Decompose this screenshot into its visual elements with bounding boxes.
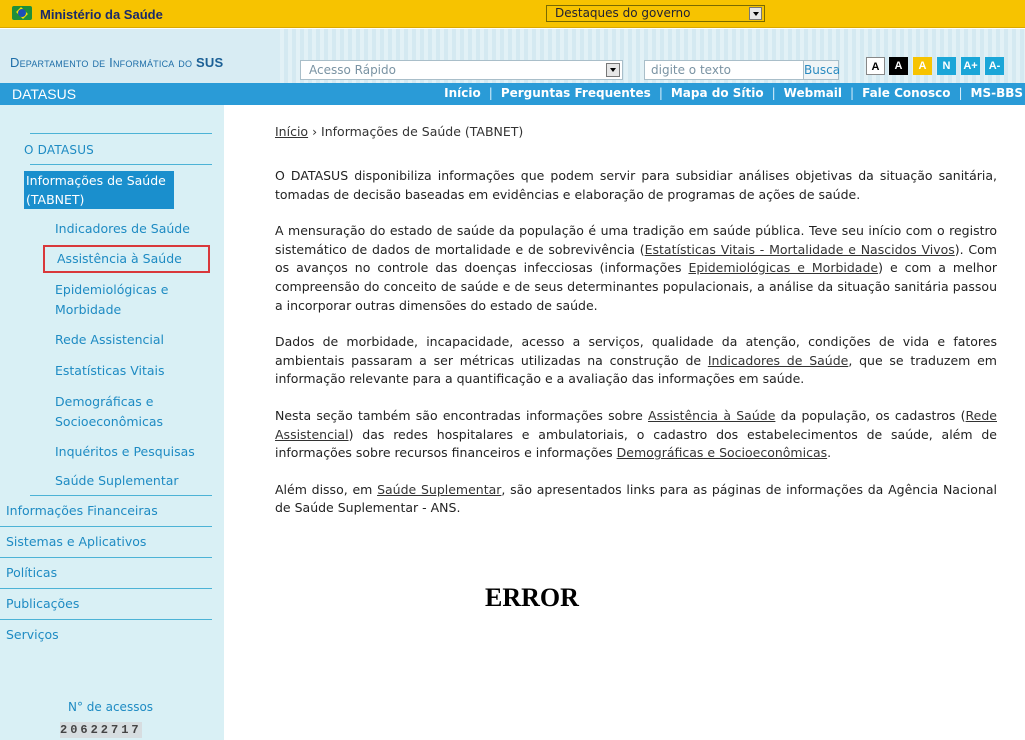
font-increase-button[interactable]: A+ — [961, 57, 980, 75]
department-header: Departamento de Informática do SUS Acess… — [0, 29, 1025, 83]
nav-link-sitemap[interactable]: Mapa do Sítio — [671, 86, 764, 100]
separator: | — [850, 86, 855, 100]
text-segment: da população, os cadastros ( — [775, 407, 966, 423]
top-links: Início | Perguntas Frequentes | Mapa do Síti… — [444, 86, 1025, 100]
sidebar-item-rede-assistencial[interactable]: Rede Assistencial — [55, 330, 212, 350]
sidebar-item-epidemiologicas[interactable]: Epidemiológicas e Morbidade — [55, 280, 185, 320]
link-estatisticas-vitais[interactable]: Estatísticas Vitais - Mortalidade e Nasc… — [645, 242, 955, 257]
government-bar: Ministério da Saúde Destaques do governo — [0, 0, 1025, 28]
sidebar-item-sistemas[interactable]: Sistemas e Aplicativos — [0, 527, 212, 558]
sidebar-item-assistencia[interactable]: Assistência à Saúde — [57, 249, 182, 269]
sidebar-item-publicacoes[interactable]: Publicações — [0, 589, 212, 620]
search-placeholder: digite o texto — [651, 63, 731, 77]
access-counter-value: 20622717 — [60, 722, 142, 738]
sidebar-item-politicas[interactable]: Políticas — [0, 558, 212, 589]
nav-link-ms-bbs[interactable]: MS-BBS — [971, 86, 1024, 100]
link-indicadores-saude[interactable]: Indicadores de Saúde — [708, 353, 849, 368]
highlight-box: Assistência à Saúde — [43, 245, 210, 273]
nav-link-home[interactable]: Início — [444, 86, 481, 100]
link-saude-suplementar[interactable]: Saúde Suplementar — [377, 482, 501, 497]
separator: | — [771, 86, 776, 100]
top-navigation: DATASUS Início | Perguntas Frequentes | Mapa… — [0, 83, 1025, 105]
sidebar-item-datasus[interactable]: O DATASUS — [24, 134, 212, 164]
contrast-high-button[interactable]: A — [889, 57, 908, 75]
text-segment: Além disso, em — [275, 481, 378, 497]
main-content: Início › Informações de Saúde (TABNET) O… — [275, 124, 997, 518]
supplementary-paragraph: Além disso, em Saúde Suplementar, são ap… — [275, 481, 997, 518]
sidebar-item-servicos[interactable]: Serviços — [0, 620, 212, 650]
link-demograficas[interactable]: Demográficas e Socioeconômicas — [617, 445, 827, 460]
sidebar-item-estatisticas-vitais[interactable]: Estatísticas Vitais — [55, 361, 212, 381]
separator: | — [658, 86, 663, 100]
sidebar-item-indicadores[interactable]: Indicadores de Saúde — [55, 219, 212, 239]
brazil-flag-icon — [12, 6, 32, 20]
text-segment: . — [827, 445, 832, 461]
department-title[interactable]: Departamento de Informática do SUS — [10, 55, 223, 70]
breadcrumb-separator: › — [312, 124, 318, 139]
breadcrumb: Início › Informações de Saúde (TABNET) — [275, 124, 997, 139]
text-segment: Nesta seção também são encontradas infor… — [275, 407, 649, 423]
contrast-normal-button[interactable]: A — [866, 57, 885, 75]
intro-paragraph: O DATASUS disponibiliza informações que … — [275, 167, 997, 204]
separator: | — [958, 86, 963, 100]
search-button[interactable]: Busca — [803, 60, 840, 80]
separator: | — [488, 86, 493, 100]
link-assistencia-saude[interactable]: Assistência à Saúde — [648, 408, 775, 423]
font-decrease-button[interactable]: A- — [985, 57, 1004, 75]
ministry-link[interactable]: Ministério da Saúde — [40, 7, 163, 22]
sidebar-item-inqueritos[interactable]: Inquéritos e Pesquisas — [55, 442, 212, 462]
link-epidemiologicas[interactable]: Epidemiológicas e Morbidade — [688, 260, 878, 275]
nav-link-faq[interactable]: Perguntas Frequentes — [501, 86, 651, 100]
department-title-prefix: Departamento de Informática do — [10, 55, 193, 70]
breadcrumb-home-link[interactable]: Início — [275, 124, 308, 139]
font-normal-button[interactable]: N — [937, 57, 956, 75]
department-title-sus: SUS — [196, 55, 224, 70]
sidebar-item-tabnet-active[interactable]: Informações de Saúde (TABNET) — [24, 171, 174, 209]
search-input[interactable]: digite o texto — [644, 60, 804, 80]
government-highlights-value: Destaques do governo — [555, 6, 691, 20]
chevron-down-icon — [749, 7, 762, 20]
quick-access-select[interactable]: Acesso Rápido — [300, 60, 623, 80]
brand-link[interactable]: DATASUS — [12, 86, 76, 102]
sidebar-item-demograficas[interactable]: Demográficas e Socioeconômicas — [55, 392, 185, 432]
nav-link-webmail[interactable]: Webmail — [784, 86, 842, 100]
sidebar-item-saude-suplementar[interactable]: Saúde Suplementar — [55, 471, 212, 495]
indicators-paragraph: Dados de morbidade, incapacidade, acesso… — [275, 333, 997, 389]
quick-access-value: Acesso Rápido — [309, 63, 396, 77]
access-counter-label: N° de acessos — [68, 700, 154, 714]
government-highlights-select[interactable]: Destaques do governo — [546, 5, 765, 22]
chevron-down-icon — [606, 63, 620, 77]
sidebar-item-financeiras[interactable]: Informações Financeiras — [0, 496, 212, 527]
access-counter: 20622717 — [60, 722, 142, 738]
error-message: ERROR — [485, 583, 579, 612]
contrast-yellow-button[interactable]: A — [913, 57, 932, 75]
sidebar: O DATASUS Informações de Saúde (TABNET) … — [0, 105, 224, 740]
nav-link-contact[interactable]: Fale Conosco — [862, 86, 950, 100]
intro-text: O DATASUS disponibiliza informações que … — [275, 168, 997, 202]
measurement-paragraph: A mensuração do estado de saúde da popul… — [275, 222, 997, 315]
breadcrumb-current: Informações de Saúde (TABNET) — [321, 124, 524, 139]
section-paragraph: Nesta seção também são encontradas infor… — [275, 407, 997, 463]
